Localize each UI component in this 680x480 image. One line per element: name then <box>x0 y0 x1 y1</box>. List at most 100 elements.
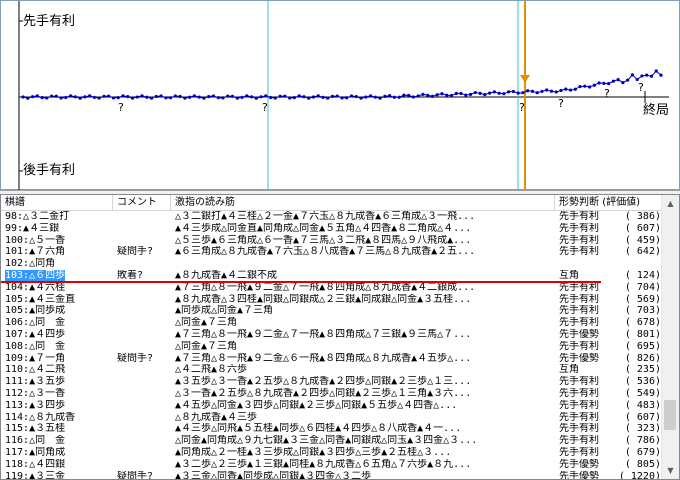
evaluation-point <box>30 95 35 99</box>
evaluation-point <box>654 69 658 73</box>
judge-cell: 先手有利 <box>559 400 605 411</box>
evaluation-point <box>159 94 163 98</box>
value-cell: ( 607) <box>605 412 661 423</box>
move-cell-text: 104:▲４六桂 <box>5 281 66 293</box>
judge-cell-text: 先手有利 <box>559 340 599 352</box>
evaluation-point <box>587 85 592 89</box>
move-cell: 105:▲同歩成 <box>5 305 109 316</box>
table-row[interactable]: 115:▲３五桂 ▲４三歩△同飛▲５五桂▲同歩△６四桂▲４四歩△８八成香▲４一..… <box>1 423 663 434</box>
scroll-up-icon[interactable]: ▲ <box>662 195 679 212</box>
table-row[interactable]: 117:▲同角成 ▲同角成△２一桂▲３三歩成△同銀▲３四歩△三歩▲２五桂△３...… <box>1 447 663 458</box>
comment-cell: 敗着? <box>117 270 169 281</box>
evaluation-point <box>330 94 335 98</box>
table-row[interactable]: 118:△４四銀 ▲３二歩△２三歩▲１三銀▲同桂▲８九成香△６五角△７六歩▲８九.… <box>1 459 663 470</box>
move-cell: 104:▲４六桂 <box>5 282 109 293</box>
value-cell-text: ( 704) <box>624 281 661 293</box>
evaluation-graph[interactable]: ?????? 先手有利 後手有利 終局 <box>0 0 680 191</box>
pv-cell-text: △３一香▲２五歩△８九成香▲２四歩△同銀▲２三歩△１三角▲３六... <box>175 388 472 399</box>
evaluation-point <box>202 96 206 100</box>
table-row[interactable]: 102:△同角 <box>1 258 663 269</box>
judge-cell: 先手優勢 <box>559 353 605 364</box>
move-cell: 105:▲４三金直 <box>5 294 109 305</box>
evaluation-point <box>259 95 263 99</box>
move-cell: 113:▲３四歩 <box>5 400 109 411</box>
table-row[interactable]: 99:▲４三銀 ▲４三歩成△同金直▲同角成△同金▲５五角△４四香▲８二角成△４..… <box>1 223 663 234</box>
pv-cell: ▲同歩成△同金▲７三角 <box>175 305 555 316</box>
comment-cell-text: 疑問手? <box>117 246 154 258</box>
judge-cell-text: 先手有利 <box>559 234 599 246</box>
judge-cell-text: 先手有利 <box>559 447 599 458</box>
evaluation-point <box>345 96 349 100</box>
evaluation-point <box>164 96 168 100</box>
table-row[interactable]: 111:▲３五歩 ▲３五歩△３一香▲２五歩△８九成香▲２四歩△同銀▲２三歩△１三.… <box>1 376 663 387</box>
value-cell-text: ( 801) <box>624 329 661 340</box>
move-analysis-list[interactable]: 棋譜 コメント 激指の読み筋 形勢判断 (評価値) 98:△３二金打 △３二銀打▲… <box>0 194 680 480</box>
table-row[interactable]: 119:▲３三金 疑問手? ▲３三金△同香▲同歩成△同銀▲３四金△３二歩 先手優勢 ( … <box>1 471 663 479</box>
pv-cell: ▲７三角△８一飛▲９二金△７一飛▲８四角成△７三銀▲９三馬△７... <box>175 329 555 340</box>
table-row[interactable]: 109:▲７一角 疑問手? ▲７三角△８一飛▲９二金△６一飛▲８四角成△８九成香▲４… <box>1 353 663 364</box>
move-cell: 101:▲７六角 <box>5 246 109 257</box>
table-row[interactable]: 105:▲同歩成 ▲同歩成△同金▲７三角 先手有利 ( 703) <box>1 305 663 316</box>
table-row[interactable]: 110:△４二飛 △４二飛▲８六歩 互角 ( 235) <box>1 364 663 375</box>
evaluation-point <box>559 88 563 93</box>
move-cell-text: 105:▲同歩成 <box>5 305 66 317</box>
evaluation-point <box>307 96 311 100</box>
game-end-label: 終局 <box>643 103 670 118</box>
value-cell: ( 569) <box>605 294 661 305</box>
header-judgement[interactable]: 形勢判断 (評価値) <box>555 195 663 210</box>
value-cell-text: ( 124) <box>624 270 661 281</box>
value-cell: ( 323) <box>605 423 661 434</box>
evaluation-point <box>183 96 187 100</box>
header-judgement-label: 形勢判断 <box>559 197 599 208</box>
question-mark: ? <box>604 87 610 100</box>
comment-cell <box>117 294 169 305</box>
table-row[interactable]: 108:△同 金 △同金▲７三角 先手有利 ( 695) <box>1 341 663 352</box>
judge-cell: 先手有利 <box>559 305 605 316</box>
evaluation-point <box>497 91 501 95</box>
table-row[interactable]: 116:△同 金 △同金▲同角成△９九七銀▲３三金△同香▲同銀成△同玉▲３四金△３… <box>1 435 663 446</box>
table-row[interactable]: 107:▲４四歩 ▲７三角△８一飛▲９二金△７一飛▲８四角成△７三銀▲９三馬△７.… <box>1 329 663 340</box>
header-kifu[interactable]: 棋譜 <box>1 195 113 210</box>
table-row[interactable]: 106:△同 金 △同金▲７三角 先手有利 ( 678) <box>1 317 663 328</box>
table-row[interactable]: 98:△３二金打 △３二銀打▲４三桂△２一金▲７六玉△８九成香▲６三角成△３一飛.… <box>1 211 663 222</box>
evaluation-point <box>78 96 82 100</box>
scroll-thumb[interactable] <box>664 400 676 430</box>
evaluation-point <box>273 96 277 100</box>
evaluation-point <box>635 77 639 82</box>
judge-cell: 先手有利 <box>559 235 605 246</box>
evaluation-point <box>35 94 39 98</box>
evaluation-point <box>64 95 68 100</box>
move-cell: 100:△５一香 <box>5 235 109 246</box>
table-row[interactable]: 105:▲４三金直 ▲８九成香△３四桂▲同銀△同銀成△２三銀▲同成銀△同金▲３五桂… <box>1 294 663 305</box>
table-row[interactable]: 112:△３一香 △３一香▲２五歩△８九成香▲２四歩△同銀▲２三歩△１三角▲３六.… <box>1 388 663 399</box>
question-mark: ? <box>519 101 525 114</box>
judge-cell-text: 先手優勢 <box>559 352 599 364</box>
evaluation-point <box>288 96 292 100</box>
table-row[interactable]: 114:△８九成香 △８九成香▲４三歩 先手有利 ( 607) <box>1 412 663 423</box>
list-header: 棋譜 コメント 激指の読み筋 形勢判断 (評価値) <box>1 195 663 211</box>
evaluation-graph-canvas[interactable]: ?????? <box>1 1 680 191</box>
evaluation-point <box>235 96 239 100</box>
table-row[interactable]: 100:△５一香 △５三歩▲６三角成△６一香▲７三馬△３二飛▲８四馬△９八飛成▲.… <box>1 235 663 246</box>
evaluation-point <box>83 95 87 99</box>
evaluation-point <box>602 81 606 85</box>
evaluation-point <box>73 95 77 99</box>
evaluation-point <box>349 94 354 98</box>
table-row[interactable]: 113:▲３四歩 ▲４五歩△同金▲３四歩△同銀▲２三歩△同銀▲５五歩△４四香△..… <box>1 400 663 411</box>
vertical-scrollbar[interactable]: ▲ ▼ <box>661 195 679 479</box>
current-position-arrow-icon <box>520 75 530 83</box>
pv-cell-text: △同金▲７三角 <box>175 317 238 329</box>
scroll-down-icon[interactable]: ▼ <box>662 462 679 479</box>
evaluation-point <box>283 94 287 98</box>
header-pv[interactable]: 激指の読み筋 <box>171 195 555 210</box>
evaluation-point <box>445 93 449 97</box>
judge-cell-text: 先手有利 <box>559 423 599 435</box>
comment-cell <box>117 235 169 246</box>
table-row[interactable]: 103:△６四歩 敗着? ▲８九成香▲４二銀不成 互角 ( 124) <box>1 270 663 281</box>
table-row[interactable]: 104:▲４六桂 ▲７三角△８一飛▲９二金△７一飛▲８四角成△８九成香▲４二銀成.… <box>1 282 663 293</box>
header-comment[interactable]: コメント <box>113 195 171 210</box>
value-cell-text: ( 642) <box>624 246 661 258</box>
gote-advantage-label: 後手有利 <box>23 163 76 178</box>
table-row[interactable]: 101:▲７六角 疑問手? ▲６三角成△８九成香▲７六玉△８八成香▲７三馬△８九成香… <box>1 246 663 257</box>
move-cell: 114:△８九成香 <box>5 412 109 423</box>
